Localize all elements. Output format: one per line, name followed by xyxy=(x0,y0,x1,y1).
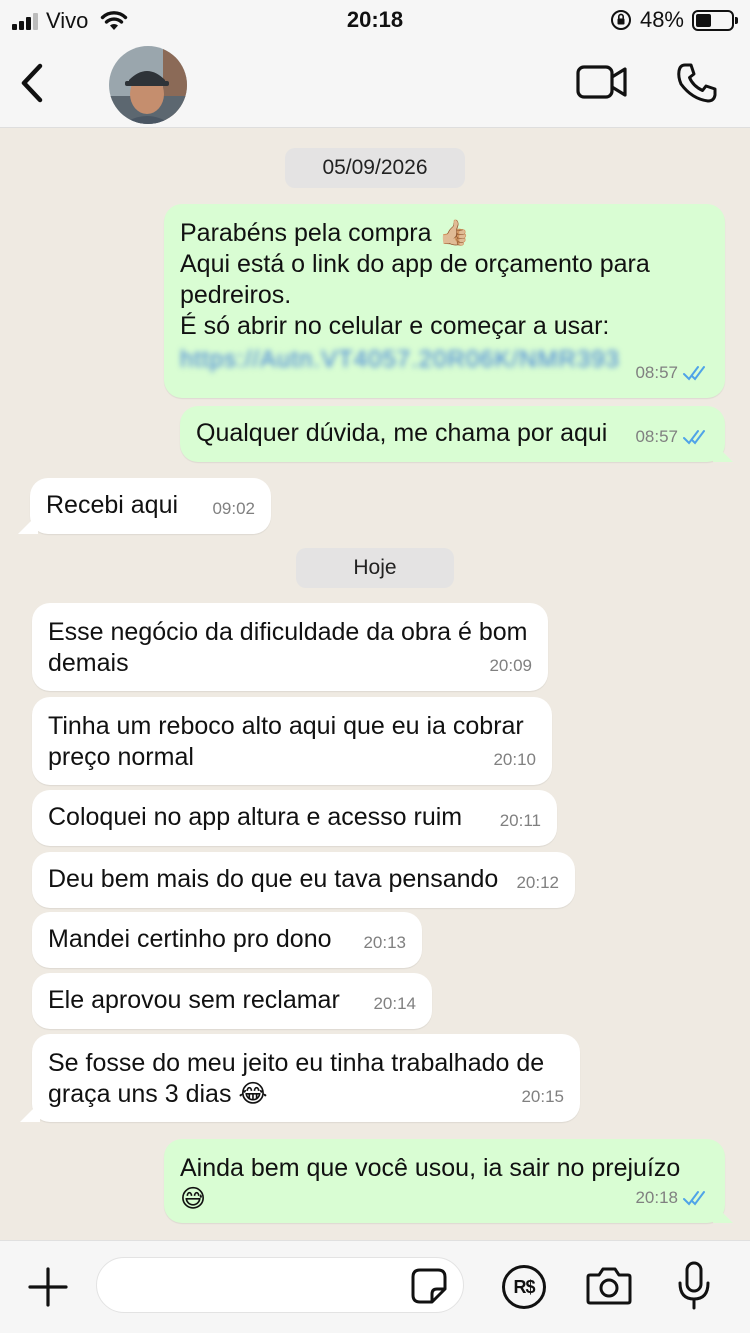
read-ticks-icon xyxy=(683,1190,705,1206)
message-line: Aqui está o link do app de orçamento par… xyxy=(180,250,650,278)
plus-icon[interactable] xyxy=(26,1265,70,1309)
chevron-left-icon[interactable] xyxy=(14,60,50,106)
message-time: 20:11 xyxy=(499,811,541,830)
message-bubble-incoming[interactable]: Se fosse do meu jeito eu tinha trabalhad… xyxy=(32,1034,580,1122)
message-line: graça uns 3 dias 😂 xyxy=(48,1080,268,1108)
bubble-tail xyxy=(20,1102,40,1122)
payment-button[interactable]: R$ xyxy=(502,1265,546,1309)
message-line: Esse negócio da dificuldade da obra é bo… xyxy=(48,618,528,646)
message-meta: 20:15 xyxy=(521,1081,564,1112)
battery-icon xyxy=(692,9,738,31)
message-time: 09:02 xyxy=(212,499,255,518)
chat-header xyxy=(0,40,750,128)
message-bubble-incoming[interactable]: Coloquei no app altura e acesso ruim 20:… xyxy=(32,790,557,846)
orientation-lock-icon xyxy=(610,10,631,30)
input-bar: R$ xyxy=(0,1240,750,1333)
read-ticks-icon xyxy=(683,365,705,381)
message-time: 20:18 xyxy=(635,1188,678,1207)
message-time: 20:12 xyxy=(516,873,559,892)
message-time: 08:57 xyxy=(635,363,678,382)
message-text: Ainda bem que você usou, ia sair no prej… xyxy=(180,1154,681,1213)
date-separator: Hoje xyxy=(296,548,454,588)
message-meta: 08:57 xyxy=(635,421,709,452)
message-meta: 20:18 xyxy=(635,1182,709,1213)
message-time: 08:57 xyxy=(635,427,678,446)
message-bubble-incoming[interactable]: Esse negócio da dificuldade da obra é bo… xyxy=(32,603,548,691)
message-line: Tinha um reboco alto aqui que eu ia cobr… xyxy=(48,712,524,740)
battery-percent: 48% xyxy=(639,7,684,32)
message-meta: 20:14 xyxy=(373,988,416,1019)
sticker-icon[interactable] xyxy=(410,1267,448,1305)
message-meta: 08:57 xyxy=(635,357,709,388)
message-time: 20:15 xyxy=(521,1087,564,1106)
message-line: pedreiros. xyxy=(180,281,292,309)
avatar[interactable] xyxy=(109,46,187,124)
message-bubble-incoming[interactable]: Mandei certinho pro dono 20:13 xyxy=(32,912,422,968)
message-time: 20:10 xyxy=(493,750,536,769)
message-text: Coloquei no app altura e acesso ruim xyxy=(48,803,463,831)
message-meta: 20:10 xyxy=(493,744,536,775)
payment-icon: R$ xyxy=(513,1276,535,1297)
message-time: 20:09 xyxy=(489,656,532,675)
message-meta: 09:02 xyxy=(212,493,255,524)
message-bubble-incoming[interactable]: Recebi aqui 09:02 xyxy=(30,478,271,534)
message-meta: 20:09 xyxy=(489,650,532,681)
message-time: 20:13 xyxy=(363,933,406,952)
message-text: Qualquer dúvida, me chama por aqui xyxy=(196,419,608,447)
read-ticks-icon xyxy=(683,429,705,445)
camera-icon[interactable] xyxy=(585,1265,633,1307)
message-input[interactable] xyxy=(96,1257,464,1313)
date-separator: 05/09/2026 xyxy=(285,148,465,188)
message-time: 20:14 xyxy=(373,994,416,1013)
message-line: Se fosse do meu jeito eu tinha trabalhad… xyxy=(48,1049,545,1077)
message-line: É só abrir no celular e começar a usar: xyxy=(180,312,610,340)
message-bubble-incoming[interactable]: Ele aprovou sem reclamar 20:14 xyxy=(32,973,432,1029)
chat-area[interactable]: 05/09/2026 Parabéns pela compra 👍🏼 Aqui … xyxy=(0,128,750,1240)
microphone-icon[interactable] xyxy=(676,1261,712,1311)
message-text: Deu bem mais do que eu tava pensando xyxy=(48,865,499,893)
message-meta: 20:13 xyxy=(363,927,406,958)
message-bubble-outgoing[interactable]: Ainda bem que você usou, ia sair no prej… xyxy=(164,1139,725,1223)
status-right: 48% xyxy=(610,7,738,33)
message-bubble-outgoing[interactable]: Parabéns pela compra 👍🏼 Aqui está o link… xyxy=(164,204,725,398)
message-line: preço normal xyxy=(48,743,194,771)
message-line: demais xyxy=(48,649,129,677)
phone-icon[interactable] xyxy=(676,62,718,104)
message-line: Parabéns pela compra 👍🏼 xyxy=(180,219,470,247)
bubble-tail xyxy=(18,514,38,534)
message-link[interactable]: https://Autn.VT4057.20R06K/NMR393 xyxy=(180,344,709,375)
video-camera-icon[interactable] xyxy=(576,64,628,100)
message-bubble-incoming[interactable]: Tinha um reboco alto aqui que eu ia cobr… xyxy=(32,697,552,785)
status-bar: Vivo 20:18 48% xyxy=(0,0,750,40)
contact-avatar-image xyxy=(109,46,187,124)
message-text: Ele aprovou sem reclamar xyxy=(48,986,340,1014)
message-meta: 20:11 xyxy=(500,805,541,836)
message-meta: 20:12 xyxy=(516,867,559,898)
message-bubble-incoming[interactable]: Deu bem mais do que eu tava pensando 20:… xyxy=(32,852,575,908)
message-text: Mandei certinho pro dono xyxy=(48,925,332,953)
message-bubble-outgoing[interactable]: Qualquer dúvida, me chama por aqui 08:57 xyxy=(180,406,725,462)
